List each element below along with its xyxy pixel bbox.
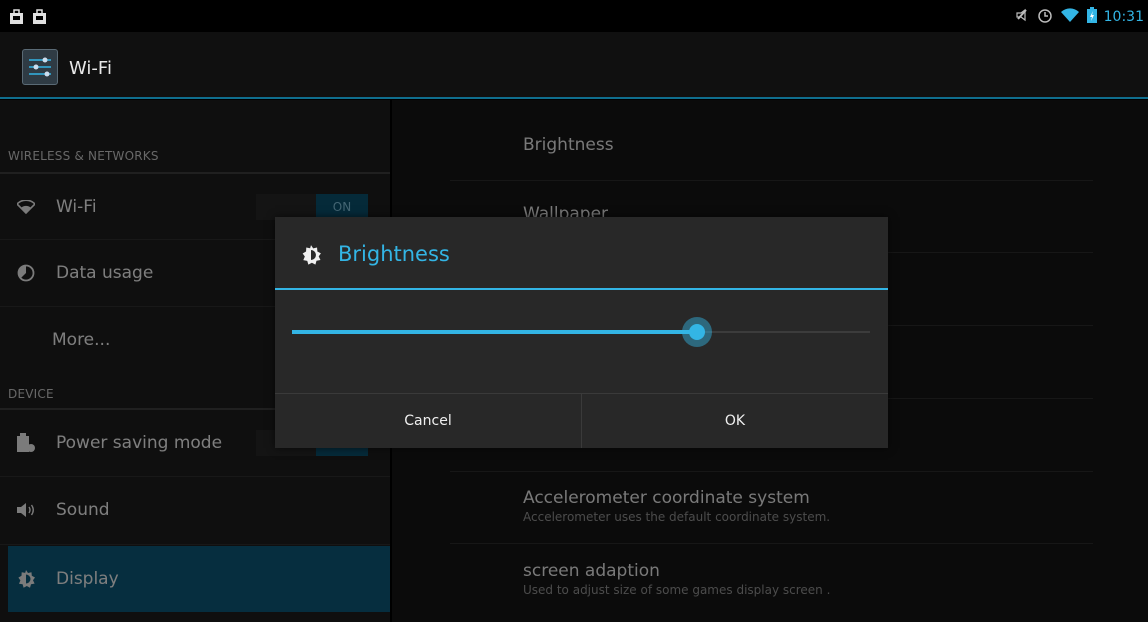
alarm-icon — [1037, 7, 1053, 27]
dialog-button-bar: Cancel OK — [275, 393, 888, 448]
cancel-button[interactable]: Cancel — [275, 394, 581, 448]
brightness-icon — [300, 244, 322, 270]
settings-sliders-icon[interactable] — [22, 49, 58, 85]
notification-bag-icon[interactable] — [33, 9, 46, 24]
page-title: Wi-Fi — [69, 58, 112, 79]
brightness-slider[interactable] — [292, 317, 870, 347]
slider-fill — [292, 330, 697, 334]
dialog-title: Brightness — [338, 242, 450, 266]
brightness-dialog: Brightness Cancel OK — [275, 217, 888, 448]
wifi-signal-icon — [1060, 7, 1080, 27]
dialog-title-divider — [275, 288, 888, 290]
action-bar: Wi-Fi — [0, 32, 1148, 98]
notification-bag-icon[interactable] — [10, 9, 23, 24]
battery-icon — [1086, 7, 1097, 27]
system-icons: 10:31 — [1014, 7, 1144, 27]
notification-icons — [10, 9, 46, 24]
slider-thumb[interactable] — [681, 317, 712, 347]
mute-icon — [1014, 7, 1030, 27]
ok-button[interactable]: OK — [581, 394, 888, 448]
dialog-header: Brightness — [275, 217, 888, 290]
clock: 10:31 — [1103, 9, 1144, 25]
action-bar-divider — [0, 97, 1148, 99]
status-bar: 10:31 — [0, 0, 1148, 32]
